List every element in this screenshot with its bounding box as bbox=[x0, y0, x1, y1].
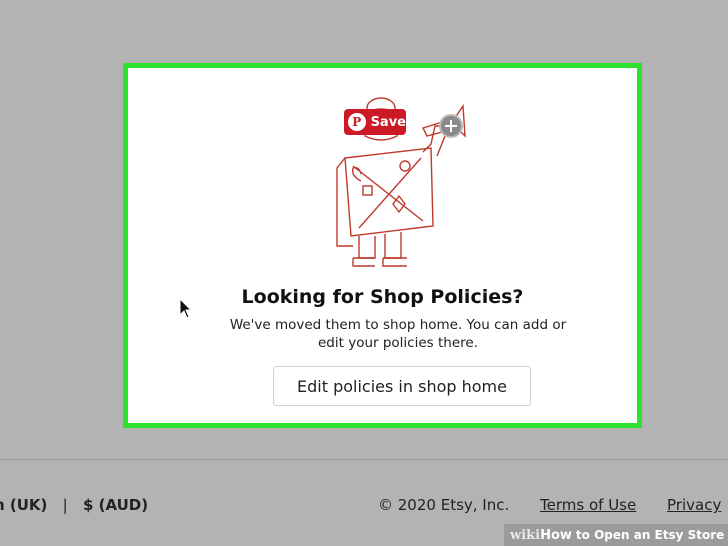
footer-links: © 2020 Etsy, Inc. Terms of Use Privacy I bbox=[378, 496, 721, 514]
footer-locale-settings[interactable]: h (UK) | $ (AUD) bbox=[0, 496, 148, 514]
pinterest-logo-icon: P bbox=[348, 113, 366, 131]
wikihow-watermark: wiki How to Open an Etsy Store bbox=[504, 524, 728, 546]
mouse-pointer-icon bbox=[179, 298, 193, 319]
edit-policies-button[interactable]: Edit policies in shop home bbox=[273, 366, 531, 406]
watermark-title: to Open an Etsy Store bbox=[575, 528, 725, 542]
shop-policies-modal: P Save Looking for Shop Policies? We've … bbox=[123, 63, 642, 428]
pinterest-save-label: Save bbox=[370, 114, 406, 130]
footer-copyright: © 2020 Etsy, Inc. bbox=[378, 496, 510, 514]
footer-separator: | bbox=[62, 496, 68, 514]
modal-body-text: We've moved them to shop home. You can a… bbox=[229, 317, 567, 351]
modal-title: Looking for Shop Policies? bbox=[241, 286, 524, 308]
footer-currency[interactable]: $ (AUD) bbox=[83, 496, 148, 514]
watermark-how: How bbox=[540, 527, 572, 543]
footer-locale[interactable]: h (UK) bbox=[0, 496, 47, 514]
footer-divider bbox=[0, 459, 728, 460]
watermark-wiki: wiki bbox=[510, 527, 541, 543]
terms-of-use-link[interactable]: Terms of Use bbox=[540, 496, 636, 514]
pinterest-save-button[interactable]: P Save bbox=[344, 109, 406, 135]
privacy-link[interactable]: Privacy bbox=[667, 496, 721, 514]
zoom-plus-icon[interactable] bbox=[439, 114, 463, 138]
